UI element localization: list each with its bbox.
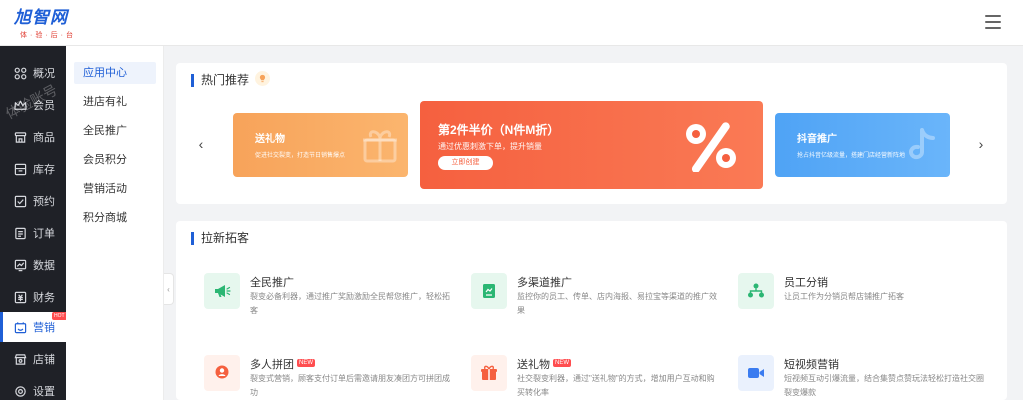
feature-title: 送礼物 NEW	[517, 359, 571, 371]
nav-label: 财务	[33, 292, 55, 304]
sub-sidebar: 应用中心 进店有礼 全民推广 会员积分 营销活动 积分商城	[66, 46, 164, 400]
video-icon	[738, 355, 774, 391]
nav-item-settings[interactable]: 设置	[0, 376, 66, 400]
nav-label: 商品	[33, 132, 55, 144]
logo[interactable]: 旭智网 体·验·后·台	[14, 8, 84, 40]
lightbulb-icon	[255, 71, 270, 86]
feature-send-gift[interactable]: 送礼物 NEW 社交裂变利器，通过"送礼物"的方式，增加用户互动和购买转化率	[471, 355, 721, 400]
nav-label: 数据	[33, 260, 55, 272]
logo-text: 旭智网	[14, 8, 68, 28]
carousel-next-icon[interactable]: ›	[974, 137, 988, 151]
new-badge: NEW	[297, 359, 315, 367]
new-badge: NEW	[553, 359, 571, 367]
feature-desc: 短视频互动引爆流量，结合集赞点赞玩法轻松打造社交圈裂变爆款	[784, 374, 984, 397]
dashboard-icon	[14, 67, 27, 79]
marketing-icon	[14, 321, 27, 333]
feature-title: 全民推广	[250, 277, 294, 289]
collapse-sidebar-button[interactable]: ‹	[164, 273, 174, 305]
banner-title: 送礼物	[255, 134, 285, 145]
nav-item-member[interactable]: 会员	[0, 90, 66, 120]
order-icon	[15, 227, 26, 239]
team-icon	[738, 273, 774, 309]
feature-group-buy[interactable]: 多人拼团 NEW 裂变式营销，顾客支付订单后需邀请朋友凑团方可拼团成功	[204, 355, 454, 400]
menu-icon[interactable]	[985, 15, 1001, 29]
section-title: 热门推荐	[191, 74, 249, 87]
feature-title: 多渠道推广	[517, 277, 572, 289]
megaphone-icon	[204, 273, 240, 309]
group-icon	[204, 355, 240, 391]
chart-icon	[14, 259, 27, 271]
subnav-item-points-mall[interactable]: 积分商城	[74, 207, 156, 229]
subnav-item-app-center[interactable]: 应用中心	[74, 62, 156, 84]
nav-item-marketing[interactable]: 营销 HOT	[0, 312, 66, 342]
feature-short-video[interactable]: 短视频营销 短视频互动引爆流量，结合集赞点赞玩法轻松打造社交圈裂变爆款	[738, 355, 988, 400]
nav-label: 概况	[33, 68, 55, 80]
gift-box-icon	[363, 130, 397, 163]
banner-desc: 通过优惠刺激下单，提升销量	[438, 142, 542, 151]
feature-title: 员工分销	[784, 277, 828, 289]
nav-item-booking[interactable]: 预约	[0, 186, 66, 216]
nav-label: 营销	[33, 322, 55, 334]
banner-half-price[interactable]: 第2件半价（N件M折） 通过优惠刺激下单，提升销量 立即创建	[420, 101, 763, 189]
subnav-item-promotion[interactable]: 全民推广	[74, 120, 156, 142]
top-header: 旭智网 体·验·后·台	[0, 0, 1023, 46]
logo-subtext: 体·验·后·台	[20, 32, 76, 39]
inventory-icon	[14, 163, 27, 175]
nav-item-inventory[interactable]: 库存	[0, 154, 66, 184]
checkbox-icon	[14, 195, 27, 207]
subnav-item-activities[interactable]: 营销活动	[74, 178, 156, 200]
finance-icon	[14, 291, 27, 303]
nav-item-orders[interactable]: 订单	[0, 218, 66, 248]
feature-desc: 监控你的员工、传单、店内海报、易拉宝等渠道的推广效果	[517, 292, 717, 315]
banner-desc: 促进社交裂变，打造节日销售爆点	[255, 153, 346, 159]
feature-desc: 让员工作为分销员帮店铺推广拓客	[784, 292, 904, 301]
acquire-card: 拉新拓客 全民推广 裂变必备利器，通过推广奖励激励全民帮您推广，轻松拓客 多渠道…	[176, 221, 1007, 400]
nav-item-shop[interactable]: 店铺	[0, 344, 66, 374]
shop-icon	[14, 353, 27, 365]
banner-send-gift[interactable]: 送礼物 促进社交裂变，打造节日销售爆点	[233, 113, 408, 177]
douyin-icon	[908, 128, 935, 160]
feature-desc: 裂变必备利器，通过推广奖励激励全民帮您推广，轻松拓客	[250, 292, 450, 315]
nav-item-finance[interactable]: 财务	[0, 282, 66, 312]
feature-title: 短视频营销	[784, 359, 839, 371]
feature-desc: 社交裂变利器，通过"送礼物"的方式，增加用户互动和购买转化率	[517, 374, 715, 397]
feature-title: 多人拼团 NEW	[250, 359, 315, 371]
nav-label: 会员	[33, 100, 55, 112]
section-title: 拉新拓客	[191, 232, 249, 245]
hot-recommend-card: 热门推荐 ‹ › 送礼物 促进社交裂变，打造节日销售爆点 第2件半价（N件M折）…	[176, 63, 1007, 204]
nav-label: 设置	[33, 386, 55, 398]
crown-icon	[14, 100, 27, 110]
nav-label: 预约	[33, 196, 55, 208]
banner-desc: 抢占抖音亿级流量，搭建门店经营新阵地	[797, 153, 906, 159]
feature-desc: 裂变式营销，顾客支付订单后需邀请朋友凑团方可拼团成功	[250, 374, 450, 397]
nav-label: 订单	[33, 228, 55, 240]
nav-label: 库存	[33, 164, 55, 176]
feature-multi-channel[interactable]: 多渠道推广 监控你的员工、传单、店内海报、易拉宝等渠道的推广效果	[471, 273, 721, 323]
percent-icon	[686, 122, 736, 172]
create-now-button[interactable]: 立即创建	[438, 156, 493, 170]
banner-douyin[interactable]: 抖音推广 抢占抖音亿级流量，搭建门店经营新阵地	[775, 113, 950, 177]
main-sidebar: 概况 会员 商品 库存 预约 订单 数据 财务 营销 HOT 店铺 设置 体验账…	[0, 46, 66, 400]
nav-label: 店铺	[33, 354, 55, 366]
banner-title: 第2件半价（N件M折）	[438, 123, 560, 137]
subnav-item-points[interactable]: 会员积分	[74, 149, 156, 171]
nav-item-overview[interactable]: 概况	[0, 58, 66, 88]
store-icon	[14, 131, 27, 143]
hot-badge: HOT	[52, 312, 66, 320]
nav-item-data[interactable]: 数据	[0, 250, 66, 280]
channel-icon	[471, 273, 507, 309]
nav-item-goods[interactable]: 商品	[0, 122, 66, 152]
gift-icon	[471, 355, 507, 391]
settings-icon	[15, 385, 26, 397]
subnav-item-store-gift[interactable]: 进店有礼	[74, 91, 156, 113]
carousel-prev-icon[interactable]: ‹	[194, 137, 208, 151]
feature-staff-distribution[interactable]: 员工分销 让员工作为分销员帮店铺推广拓客	[738, 273, 988, 323]
banner-title: 抖音推广	[797, 134, 837, 145]
feature-promotion[interactable]: 全民推广 裂变必备利器，通过推广奖励激励全民帮您推广，轻松拓客	[204, 273, 454, 323]
